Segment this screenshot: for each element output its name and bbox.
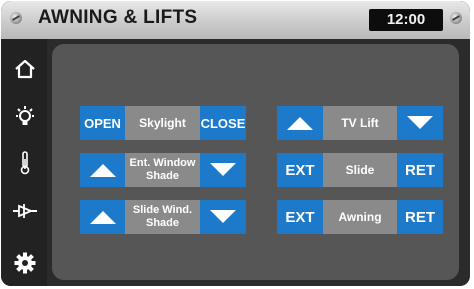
tv-lift-down-button[interactable] (397, 106, 443, 140)
gear-icon (14, 252, 36, 274)
controls-panel: OPEN Skylight CLOSE Ent. Window Shade Sli… (52, 44, 459, 280)
sidebar-item-home[interactable] (11, 55, 39, 83)
slide-label: Slide (323, 153, 397, 187)
screw-right-icon (450, 12, 462, 24)
sidebar-item-climate[interactable] (11, 149, 39, 177)
slide-control: EXT Slide RET (277, 153, 443, 187)
skylight-label: Skylight (125, 106, 200, 140)
slide-wind-shade-label: Slide Wind. Shade (125, 200, 200, 234)
ent-window-shade-label: Ent. Window Shade (125, 153, 200, 187)
slide-wind-shade-label-line2: Shade (145, 217, 179, 229)
up-arrow-icon (89, 164, 116, 177)
light-bulb-icon (16, 106, 34, 125)
awning-extend-button[interactable]: EXT (277, 200, 323, 234)
down-arrow-icon (407, 116, 433, 129)
ent-window-shade-control: Ent. Window Shade (80, 153, 246, 187)
sidebar-item-settings[interactable] (11, 249, 39, 277)
tv-lift-up-button[interactable] (277, 106, 323, 140)
slide-wind-shade-label-line1: Slide Wind. (132, 204, 193, 216)
clock-display: 12:00 (369, 9, 443, 31)
up-arrow-icon (287, 117, 313, 130)
thermometer-icon (20, 151, 30, 175)
slide-wind-shade-up-button[interactable] (80, 200, 125, 234)
ent-window-shade-label-line2: Shade (145, 170, 179, 182)
slide-wind-shade-down-button[interactable] (200, 200, 246, 234)
up-arrow-icon (89, 211, 116, 224)
slide-retract-button[interactable]: RET (397, 153, 443, 187)
skylight-close-button[interactable]: CLOSE (200, 106, 246, 140)
tv-lift-label: TV Lift (323, 106, 397, 140)
slide-wind-shade-control: Slide Wind. Shade (80, 200, 246, 234)
awning-retract-button[interactable]: RET (397, 200, 443, 234)
awning-control: EXT Awning RET (277, 200, 443, 234)
device-frame: AWNING & LIFTS 12:00 OPEN Skylight CLOSE… (1, 1, 470, 286)
page-title: AWNING & LIFTS (38, 7, 198, 28)
awning-label: Awning (323, 200, 397, 234)
down-arrow-icon (210, 210, 236, 223)
skylight-open-button[interactable]: OPEN (80, 106, 125, 140)
slide-extend-button[interactable]: EXT (277, 153, 323, 187)
ent-window-shade-up-button[interactable] (80, 153, 125, 187)
screw-left-icon (10, 12, 22, 24)
sidebar-item-lights[interactable] (11, 103, 39, 131)
title-bar: AWNING & LIFTS 12:00 (1, 1, 470, 39)
sidebar-item-generator[interactable] (11, 197, 39, 225)
tv-lift-control: TV Lift (277, 106, 443, 140)
ent-window-shade-down-button[interactable] (200, 153, 246, 187)
ent-window-shade-label-line1: Ent. Window (129, 157, 196, 169)
home-icon (15, 59, 35, 79)
sidebar (1, 39, 47, 286)
generator-icon (13, 204, 37, 218)
skylight-control: OPEN Skylight CLOSE (80, 106, 246, 140)
down-arrow-icon (210, 163, 236, 176)
